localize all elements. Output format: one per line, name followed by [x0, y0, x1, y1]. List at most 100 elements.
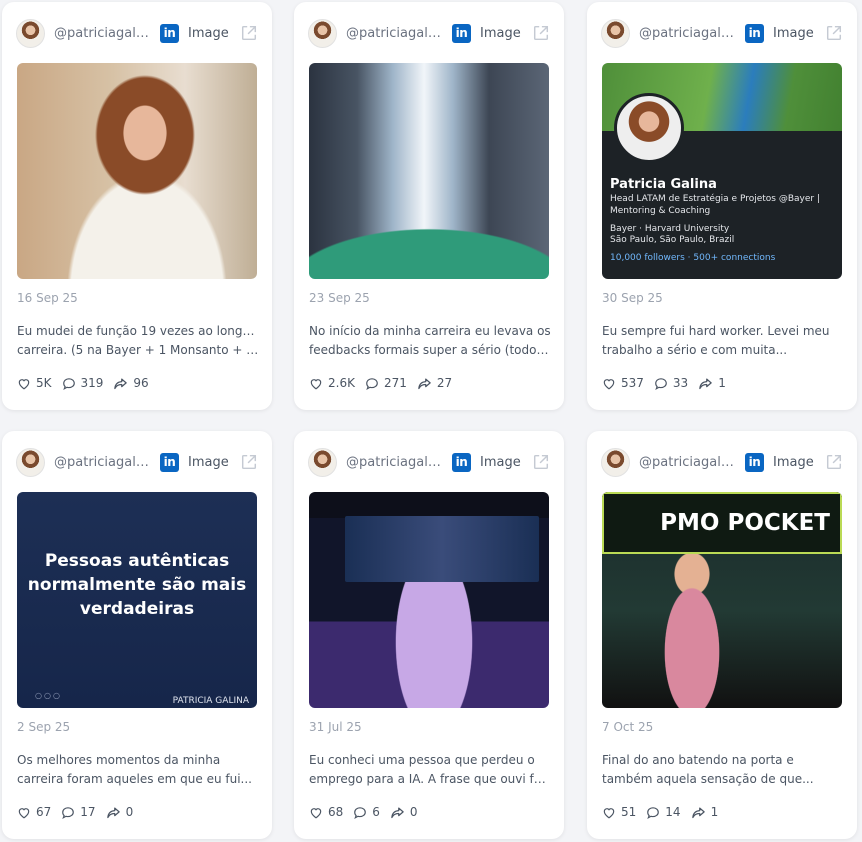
post-date: 30 Sep 25: [602, 291, 663, 305]
post-image[interactable]: [309, 492, 549, 708]
excerpt-line: Eu conheci uma pessoa que perdeu o: [309, 753, 535, 767]
comments-count: 6: [372, 805, 380, 819]
likes-stat: 5K: [17, 376, 52, 390]
post-card[interactable]: @patriciagalina in Image 31 Jul 25 Eu co…: [294, 431, 564, 839]
likes-count: 537: [621, 376, 644, 390]
post-stats: 68 6 0: [309, 805, 428, 819]
share-icon: [391, 807, 404, 818]
excerpt-line: Eu mudei de função 19 vezes ao longo da: [17, 324, 259, 338]
author-handle[interactable]: @patriciagalina: [346, 455, 442, 470]
shares-count: 0: [409, 805, 418, 819]
posts-grid: @patriciagalina in Image 16 Sep 25 Eu mu…: [0, 0, 862, 842]
profile-followers: 10,000 followers · 500+ connections: [610, 253, 776, 263]
author-handle[interactable]: @patriciagalina: [54, 455, 150, 470]
external-link-icon[interactable]: [240, 453, 258, 471]
shares-stat: 0: [106, 805, 133, 819]
post-card[interactable]: @patriciagalina in Image Pessoas autênti…: [2, 431, 272, 839]
post-excerpt: Eu mudei de função 19 vezes ao longo da …: [17, 322, 259, 360]
comment-icon: [647, 806, 660, 819]
likes-count: 67: [36, 805, 52, 819]
post-date: 23 Sep 25: [309, 291, 370, 305]
comment-icon: [354, 806, 367, 819]
external-link-icon[interactable]: [532, 453, 550, 471]
likes-stat: 68: [309, 805, 343, 819]
post-type-label: Image: [480, 454, 521, 470]
likes-count: 2.6K: [328, 376, 355, 390]
avatar[interactable]: [16, 447, 45, 477]
comments-count: 33: [672, 376, 689, 390]
share-icon: [106, 807, 120, 818]
shares-stat: 0: [390, 805, 418, 819]
post-type-label: Image: [188, 25, 229, 41]
shares-count: 1: [718, 376, 726, 390]
avatar[interactable]: [308, 447, 337, 477]
comment-icon: [62, 377, 75, 390]
profile-headline: Mentoring & Coaching: [610, 206, 711, 216]
pmo-banner: PMO POCKET: [602, 492, 842, 554]
author-handle[interactable]: @patriciagalina: [639, 455, 735, 470]
excerpt-line: Final do ano batendo na porta e: [602, 753, 794, 767]
comments-stat: 6: [353, 805, 380, 819]
post-card[interactable]: @patriciagalina in Image 23 Sep 25 No in…: [294, 2, 564, 410]
post-card[interactable]: @patriciagalina in Image 16 Sep 25 Eu mu…: [2, 2, 272, 410]
excerpt-line: feedbacks formais super a sério (todos..…: [309, 343, 551, 357]
profile-photo: [614, 93, 684, 163]
linkedin-icon: in: [452, 452, 471, 472]
shares-count: 96: [133, 376, 149, 390]
profile-name: Patricia Galina: [610, 177, 717, 192]
excerpt-line: também aquela sensação de que...: [602, 772, 814, 786]
linkedin-icon: in: [160, 452, 179, 472]
shares-count: 1: [710, 805, 719, 819]
heart-icon: [18, 378, 30, 389]
post-image[interactable]: Patricia Galina Head LATAM de Estratégia …: [602, 63, 842, 279]
shares-stat: 1: [691, 805, 719, 819]
author-handle[interactable]: @patriciagalina: [346, 26, 442, 41]
external-link-icon[interactable]: [532, 24, 550, 42]
post-image[interactable]: PMO POCKET: [602, 492, 842, 708]
excerpt-line: carreira foram aqueles em que eu fui...: [17, 772, 252, 786]
avatar[interactable]: [601, 18, 630, 48]
post-date: 2 Sep 25: [17, 720, 71, 734]
shares-stat: 27: [417, 376, 452, 390]
quote-signature: PATRICIA GALINA: [172, 696, 249, 706]
external-link-icon[interactable]: [240, 24, 258, 42]
post-header: @patriciagalina in Image: [601, 447, 843, 477]
post-card[interactable]: @patriciagalina in Image Patricia Galina…: [587, 2, 857, 410]
avatar[interactable]: [16, 18, 45, 48]
external-link-icon[interactable]: [825, 24, 843, 42]
profile-education: Bayer · Harvard University: [610, 224, 730, 234]
comments-count: 14: [665, 805, 681, 819]
post-header: @patriciagalina in Image: [16, 447, 258, 477]
quote-text: Pessoas autênticas normalmente são mais …: [27, 551, 247, 619]
likes-count: 5K: [36, 376, 52, 390]
post-image[interactable]: [309, 63, 549, 279]
post-excerpt: Eu conheci uma pessoa que perdeu o empre…: [309, 751, 551, 789]
comments-stat: 33: [654, 376, 688, 390]
likes-stat: 2.6K: [309, 376, 355, 390]
likes-stat: 51: [602, 805, 636, 819]
comment-icon: [655, 377, 667, 390]
excerpt-line: No início da minha carreira eu levava os: [309, 324, 551, 338]
post-type-label: Image: [188, 454, 229, 470]
carousel-dots: ○○○: [35, 691, 62, 700]
post-date: 7 Oct 25: [602, 720, 654, 734]
author-handle[interactable]: @patriciagalina: [639, 26, 735, 41]
post-stats: 67 17 0: [17, 805, 143, 819]
post-stats: 537 33 1: [602, 376, 736, 390]
author-handle[interactable]: @patriciagalina: [54, 26, 150, 41]
excerpt-line: Eu sempre fui hard worker. Levei meu: [602, 324, 830, 338]
post-image[interactable]: Pessoas autênticas normalmente são mais …: [17, 492, 257, 708]
post-type-label: Image: [480, 25, 521, 41]
post-excerpt: Final do ano batendo na porta e também a…: [602, 751, 844, 789]
shares-stat: 1: [698, 376, 726, 390]
likes-stat: 67: [17, 805, 51, 819]
post-image[interactable]: [17, 63, 257, 279]
avatar[interactable]: [601, 447, 630, 477]
post-card[interactable]: @patriciagalina in Image PMO POCKET 7 Oc…: [587, 431, 857, 839]
post-excerpt: Eu sempre fui hard worker. Levei meu tra…: [602, 322, 844, 360]
likes-count: 68: [328, 805, 344, 819]
post-stats: 5K 319 96: [17, 376, 159, 390]
external-link-icon[interactable]: [825, 453, 843, 471]
likes-count: 51: [621, 805, 637, 819]
avatar[interactable]: [308, 18, 337, 48]
